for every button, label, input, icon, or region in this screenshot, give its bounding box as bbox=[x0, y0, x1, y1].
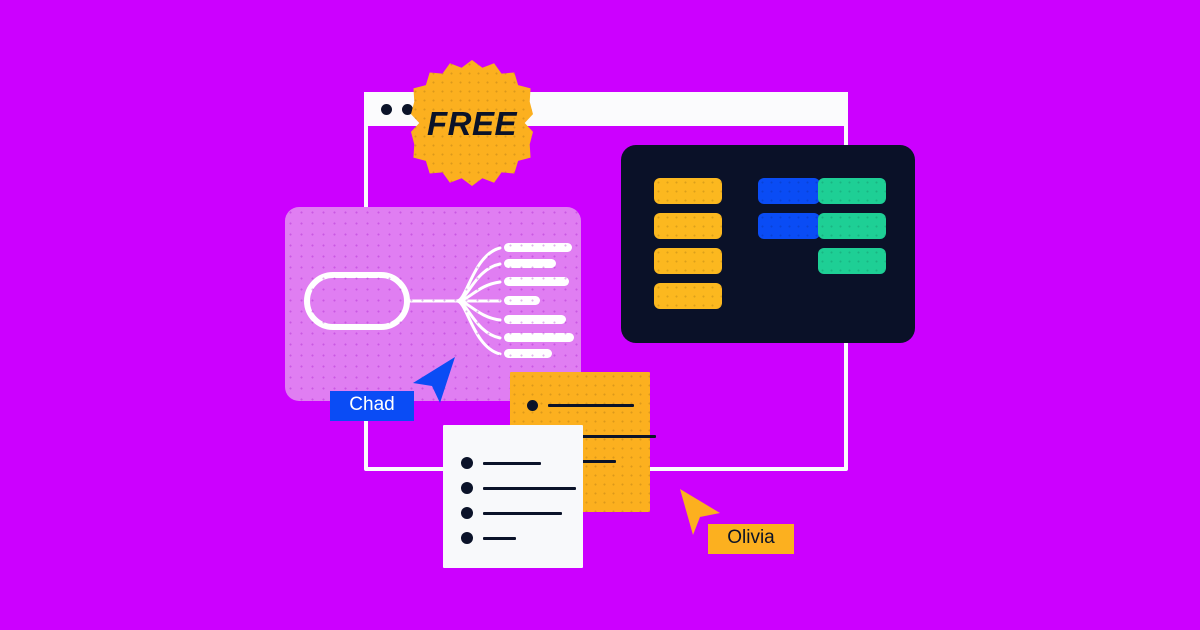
kanban-card[interactable] bbox=[758, 213, 820, 239]
cursor-chad-icon bbox=[413, 357, 455, 403]
list-item[interactable] bbox=[461, 457, 541, 469]
kanban-card[interactable] bbox=[654, 248, 722, 274]
mindmap-root-node bbox=[304, 272, 410, 330]
list-item-text-line bbox=[483, 486, 576, 490]
list-item-text-line bbox=[483, 536, 516, 540]
list-item-text-line bbox=[483, 511, 562, 515]
mindmap-leaf-bars bbox=[504, 243, 574, 358]
kanban-card[interactable] bbox=[818, 248, 886, 274]
list-item-text-line bbox=[483, 461, 541, 465]
kanban-column-doing[interactable] bbox=[758, 178, 820, 248]
kanban-card[interactable] bbox=[654, 213, 722, 239]
window-dot-1[interactable] bbox=[381, 103, 392, 115]
kanban-card[interactable] bbox=[654, 283, 722, 309]
kanban-column-done[interactable] bbox=[818, 178, 886, 283]
collaborator-label-chad[interactable]: Chad bbox=[330, 391, 414, 421]
kanban-column-todo[interactable] bbox=[654, 178, 722, 318]
list-item[interactable] bbox=[461, 532, 516, 544]
note-text-line bbox=[548, 404, 634, 407]
kanban-card[interactable] bbox=[818, 213, 886, 239]
kanban-card[interactable] bbox=[818, 178, 886, 204]
collaborator-label-olivia[interactable]: Olivia bbox=[708, 524, 794, 554]
bullet-icon bbox=[461, 507, 473, 519]
checklist-document[interactable] bbox=[443, 425, 583, 568]
free-badge: FREE bbox=[411, 60, 533, 186]
bullet-icon bbox=[461, 482, 473, 494]
sticky-note-row bbox=[527, 400, 634, 411]
list-item[interactable] bbox=[461, 507, 562, 519]
kanban-card[interactable] bbox=[654, 178, 722, 204]
mindmap-branches bbox=[455, 246, 502, 356]
bullet-icon bbox=[527, 400, 538, 411]
kanban-panel[interactable] bbox=[621, 145, 915, 343]
kanban-card[interactable] bbox=[758, 178, 820, 204]
bullet-icon bbox=[461, 532, 473, 544]
list-item[interactable] bbox=[461, 482, 576, 494]
illustration-canvas: FREE Chad Olivia bbox=[0, 0, 1200, 630]
bullet-icon bbox=[461, 457, 473, 469]
free-badge-label: FREE bbox=[426, 105, 517, 142]
